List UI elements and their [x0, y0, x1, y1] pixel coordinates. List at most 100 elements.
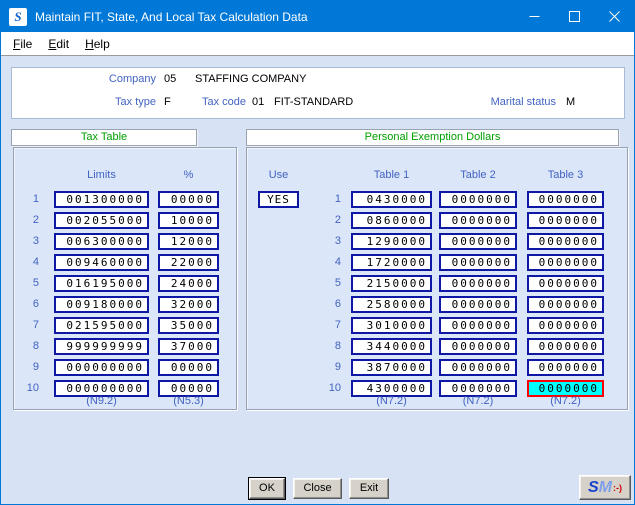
menu-edit[interactable]: Edit [40, 34, 77, 54]
maximize-icon [569, 11, 580, 22]
table2-field[interactable] [439, 338, 517, 355]
logo-letter-m: M [599, 479, 612, 497]
table3-field[interactable] [527, 296, 604, 313]
window-controls [514, 1, 634, 32]
table2-field[interactable] [439, 254, 517, 271]
tax-row-number: 8 [15, 340, 39, 352]
table1-field[interactable] [351, 212, 432, 229]
exemption-row-number: 1 [317, 193, 341, 205]
exemption-row-number: 8 [317, 340, 341, 352]
menu-file[interactable]: File [5, 34, 40, 54]
tax-type-value: F [164, 96, 171, 108]
percent-field[interactable] [158, 233, 219, 250]
limits-field[interactable] [54, 191, 149, 208]
limits-field[interactable] [54, 254, 149, 271]
tax-row-number: 3 [15, 235, 39, 247]
exemption-row-number: 4 [317, 256, 341, 268]
limits-field[interactable] [54, 317, 149, 334]
table3-field[interactable] [527, 338, 604, 355]
exemptions-group-title: Personal Exemption Dollars [246, 129, 619, 146]
table2-format-label: (N7.2) [439, 395, 517, 407]
table2-field[interactable] [439, 233, 517, 250]
limits-field[interactable] [54, 233, 149, 250]
table2-field[interactable] [439, 296, 517, 313]
limits-field[interactable] [54, 359, 149, 376]
table1-field[interactable] [351, 275, 432, 292]
close-button[interactable] [594, 1, 634, 32]
table1-format-label: (N7.2) [351, 395, 432, 407]
marital-status-label: Marital status [461, 96, 556, 108]
company-label: Company [86, 73, 156, 85]
window-title: Maintain FIT, State, And Local Tax Calcu… [35, 10, 514, 24]
limits-column-header: Limits [54, 169, 149, 181]
tax-row-number: 10 [15, 382, 39, 394]
close-icon [609, 11, 620, 22]
tax-code-value: 01 [252, 96, 264, 108]
exemption-row-number: 6 [317, 298, 341, 310]
table3-field[interactable] [527, 191, 604, 208]
table3-field[interactable] [527, 359, 604, 376]
use-column-header: Use [258, 169, 299, 181]
exemption-row-number: 3 [317, 235, 341, 247]
tax-code-label: Tax code [195, 96, 246, 108]
table2-field[interactable] [439, 317, 517, 334]
minimize-icon [529, 11, 540, 22]
limits-field[interactable] [54, 338, 149, 355]
table1-field[interactable] [351, 191, 432, 208]
percent-field[interactable] [158, 296, 219, 313]
percent-field[interactable] [158, 212, 219, 229]
tax-code-name: FIT-STANDARD [274, 96, 353, 108]
percent-field[interactable] [158, 191, 219, 208]
maximize-button[interactable] [554, 1, 594, 32]
table2-field[interactable] [439, 359, 517, 376]
limits-field[interactable] [54, 296, 149, 313]
percent-field[interactable] [158, 359, 219, 376]
exemption-row-number: 10 [317, 382, 341, 394]
tax-row-number: 2 [15, 214, 39, 226]
tax-row-number: 4 [15, 256, 39, 268]
table2-field[interactable] [439, 191, 517, 208]
company-value: 05 [164, 73, 176, 85]
percent-field[interactable] [158, 338, 219, 355]
table3-field[interactable] [527, 317, 604, 334]
limits-field[interactable] [54, 212, 149, 229]
table3-field[interactable] [527, 233, 604, 250]
table1-field[interactable] [351, 296, 432, 313]
company-name: STAFFING COMPANY [195, 73, 306, 85]
table1-field[interactable] [351, 233, 432, 250]
close-button-bottom[interactable]: Close [293, 478, 342, 499]
table3-field[interactable] [527, 254, 604, 271]
table1-field[interactable] [351, 359, 432, 376]
table1-field[interactable] [351, 338, 432, 355]
logo-letter-s: S [588, 479, 599, 497]
percent-format-label: (N5.3) [158, 395, 219, 407]
exit-button[interactable]: Exit [349, 478, 389, 499]
table3-column-header: Table 3 [527, 169, 604, 181]
table2-field[interactable] [439, 212, 517, 229]
menu-help[interactable]: Help [77, 34, 118, 54]
exemption-row-number: 7 [317, 319, 341, 331]
table2-field[interactable] [439, 275, 517, 292]
menu-bar: File Edit Help [1, 32, 634, 56]
minimize-button[interactable] [514, 1, 554, 32]
exemption-row-number: 5 [317, 277, 341, 289]
percent-field[interactable] [158, 275, 219, 292]
table1-field[interactable] [351, 254, 432, 271]
table3-format-label: (N7.2) [527, 395, 604, 407]
limits-format-label: (N9.2) [54, 395, 149, 407]
percent-field[interactable] [158, 317, 219, 334]
table1-column-header: Table 1 [351, 169, 432, 181]
table3-field[interactable] [527, 275, 604, 292]
title-bar: S Maintain FIT, State, And Local Tax Cal… [1, 1, 634, 32]
limits-field[interactable] [54, 275, 149, 292]
table3-field[interactable] [527, 212, 604, 229]
table1-field[interactable] [351, 317, 432, 334]
exemption-row-number: 9 [317, 361, 341, 373]
ok-button[interactable]: OK [249, 478, 285, 499]
percent-field[interactable] [158, 254, 219, 271]
app-icon-letter: S [14, 9, 21, 25]
vendor-logo-button[interactable]: SM:-) [579, 475, 631, 500]
use-field[interactable] [258, 191, 299, 208]
tax-row-number: 7 [15, 319, 39, 331]
tax-table-group-title: Tax Table [11, 129, 197, 146]
